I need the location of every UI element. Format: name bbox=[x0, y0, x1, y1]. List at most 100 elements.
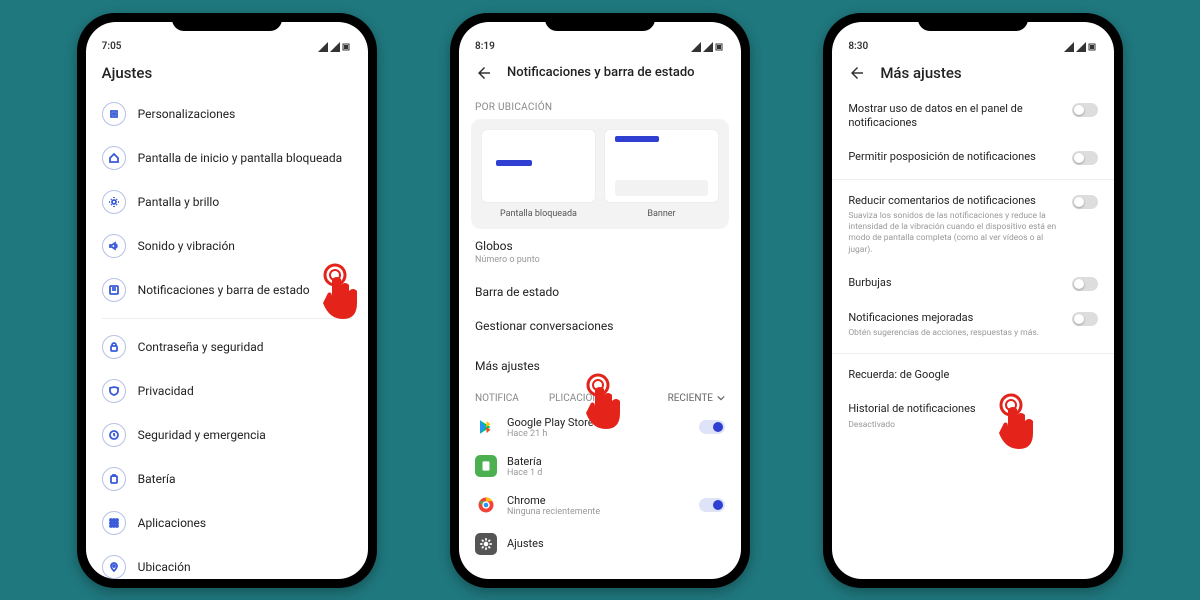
row-title: Mostrar uso de datos en el panel de noti… bbox=[848, 102, 1062, 131]
phone-notifications: 8:19 Notificaciones y barra de estado PO… bbox=[450, 13, 750, 588]
section-label-location: POR UBICACIÓN bbox=[459, 92, 741, 119]
toggle-switch[interactable] bbox=[699, 498, 725, 512]
app-row[interactable]: Ajustes bbox=[459, 525, 741, 563]
app-sub: Hace 1 d bbox=[507, 468, 725, 478]
settings-row-label: Privacidad bbox=[138, 384, 194, 398]
app-row[interactable]: Google Play StoreHace 21 h bbox=[459, 408, 741, 447]
row-title: Notificaciones mejoradas bbox=[848, 311, 1062, 325]
lock-icon bbox=[102, 335, 126, 359]
toggle-switch[interactable] bbox=[1072, 103, 1098, 117]
chevron-down-icon bbox=[717, 394, 725, 402]
app-icon bbox=[475, 455, 497, 477]
row-sub: Suaviza los sonidos de las notificacione… bbox=[848, 211, 1062, 255]
settings-row-label: Pantalla y brillo bbox=[138, 195, 220, 209]
privacy-icon bbox=[102, 379, 126, 403]
settings-row-label: Personalizaciones bbox=[138, 107, 236, 121]
row-sub: Desactivado bbox=[848, 420, 1098, 431]
toggle-switch[interactable] bbox=[1072, 151, 1098, 165]
app-icon bbox=[475, 416, 497, 438]
clock: 8:19 bbox=[475, 41, 495, 52]
battery-icon bbox=[102, 467, 126, 491]
apps-icon bbox=[102, 511, 126, 535]
phone-settings: 7:05 Ajustes Personalizaciones Pantalla d… bbox=[77, 13, 377, 588]
settings-row-label: Aplicaciones bbox=[138, 516, 206, 530]
app-name: Google Play Store bbox=[507, 416, 689, 429]
card-banner[interactable]: Banner bbox=[604, 129, 719, 219]
back-icon[interactable] bbox=[475, 64, 493, 82]
notch bbox=[172, 13, 282, 31]
app-name: Batería bbox=[507, 455, 725, 468]
page-title: Ajustes bbox=[86, 52, 368, 92]
settings-row-paint[interactable]: Personalizaciones bbox=[86, 92, 368, 136]
settings-row-battery[interactable]: Batería bbox=[86, 457, 368, 501]
toggle-switch[interactable] bbox=[1072, 312, 1098, 326]
settings-row-sound[interactable]: Sonido y vibración bbox=[86, 224, 368, 268]
page-title: Más ajustes bbox=[880, 64, 961, 82]
more-settings-row[interactable]: Mostrar uso de datos en el panel de noti… bbox=[832, 92, 1114, 141]
settings-row-label: Pantalla de inicio y pantalla bloqueada bbox=[138, 151, 343, 165]
status-icons bbox=[318, 42, 352, 52]
settings-row-label: Contraseña y seguridad bbox=[138, 340, 264, 354]
app-name: Ajustes bbox=[507, 537, 725, 550]
app-row[interactable]: ChromeNinguna recientemente bbox=[459, 486, 741, 525]
notch bbox=[545, 13, 655, 31]
settings-row-location[interactable]: Ubicación bbox=[86, 545, 368, 579]
page-title: Notificaciones y barra de estado bbox=[507, 65, 695, 80]
location-icon bbox=[102, 555, 126, 579]
more-settings-row[interactable]: Reducir comentarios de notificaciones Sua… bbox=[832, 184, 1114, 265]
settings-row-label: Sonido y vibración bbox=[138, 239, 235, 253]
row-title: Recuerda: de Google bbox=[848, 368, 1098, 382]
toggle-switch[interactable] bbox=[1072, 195, 1098, 209]
settings-row-label: Batería bbox=[138, 472, 176, 486]
phone-more-settings: 8:30 Más ajustes Mostrar uso de datos en… bbox=[823, 13, 1123, 588]
header: Más ajustes bbox=[832, 52, 1114, 92]
row-gestionar[interactable]: Gestionar conversaciones bbox=[459, 309, 741, 343]
status-icons bbox=[691, 42, 725, 52]
settings-row-notif[interactable]: Notificaciones y barra de estado bbox=[86, 268, 368, 312]
app-row[interactable]: BateríaHace 1 d bbox=[459, 447, 741, 486]
row-mas-ajustes[interactable]: Más ajustes bbox=[459, 343, 741, 383]
settings-row-label: Ubicación bbox=[138, 560, 191, 574]
row-sub: Obtén sugerencias de acciones, respuesta… bbox=[848, 328, 1062, 339]
section-label-apps: NOTIFICAXXPLICACIONES bbox=[475, 393, 611, 404]
notch bbox=[918, 13, 1028, 31]
toggle-switch[interactable] bbox=[699, 420, 725, 434]
app-icon bbox=[475, 533, 497, 555]
header: Notificaciones y barra de estado bbox=[459, 52, 741, 92]
clock: 7:05 bbox=[102, 41, 122, 52]
location-cards: Pantalla bloqueada Banner bbox=[471, 119, 729, 229]
app-icon bbox=[475, 494, 497, 516]
more-settings-row[interactable]: Recuerda: de Google bbox=[832, 358, 1114, 392]
settings-row-label: Seguridad y emergencia bbox=[138, 428, 266, 442]
home-icon bbox=[102, 146, 126, 170]
settings-row-bright[interactable]: Pantalla y brillo bbox=[86, 180, 368, 224]
more-settings-row[interactable]: Historial de notificaciones Desactivado bbox=[832, 392, 1114, 440]
paint-icon bbox=[102, 102, 126, 126]
bright-icon bbox=[102, 190, 126, 214]
row-globos[interactable]: Globos Número o punto bbox=[459, 229, 741, 275]
more-settings-row[interactable]: Notificaciones mejoradas Obtén sugerencia… bbox=[832, 301, 1114, 349]
sound-icon bbox=[102, 234, 126, 258]
settings-row-lock[interactable]: Contraseña y seguridad bbox=[86, 325, 368, 369]
settings-row-label: Notificaciones y barra de estado bbox=[138, 283, 310, 297]
row-title: Reducir comentarios de notificaciones bbox=[848, 194, 1062, 208]
settings-row-privacy[interactable]: Privacidad bbox=[86, 369, 368, 413]
sort-dropdown[interactable]: RECIENTE bbox=[668, 393, 725, 404]
settings-row-apps[interactable]: Aplicaciones bbox=[86, 501, 368, 545]
more-settings-row[interactable]: Permitir posposición de notificaciones bbox=[832, 140, 1114, 175]
card-lockscreen[interactable]: Pantalla bloqueada bbox=[481, 129, 596, 219]
row-title: Permitir posposición de notificaciones bbox=[848, 150, 1062, 164]
app-sub: Hace 21 h bbox=[507, 429, 689, 439]
app-sub: Ninguna recientemente bbox=[507, 507, 689, 517]
toggle-switch[interactable] bbox=[1072, 277, 1098, 291]
more-settings-row[interactable]: Burbujas bbox=[832, 266, 1114, 301]
settings-row-home[interactable]: Pantalla de inicio y pantalla bloqueada bbox=[86, 136, 368, 180]
row-title: Historial de notificaciones bbox=[848, 402, 1098, 416]
emerg-icon bbox=[102, 423, 126, 447]
back-icon[interactable] bbox=[848, 64, 866, 82]
settings-row-emerg[interactable]: Seguridad y emergencia bbox=[86, 413, 368, 457]
clock: 8:30 bbox=[848, 41, 868, 52]
status-icons bbox=[1064, 42, 1098, 52]
notif-icon bbox=[102, 278, 126, 302]
row-barra[interactable]: Barra de estado bbox=[459, 275, 741, 309]
